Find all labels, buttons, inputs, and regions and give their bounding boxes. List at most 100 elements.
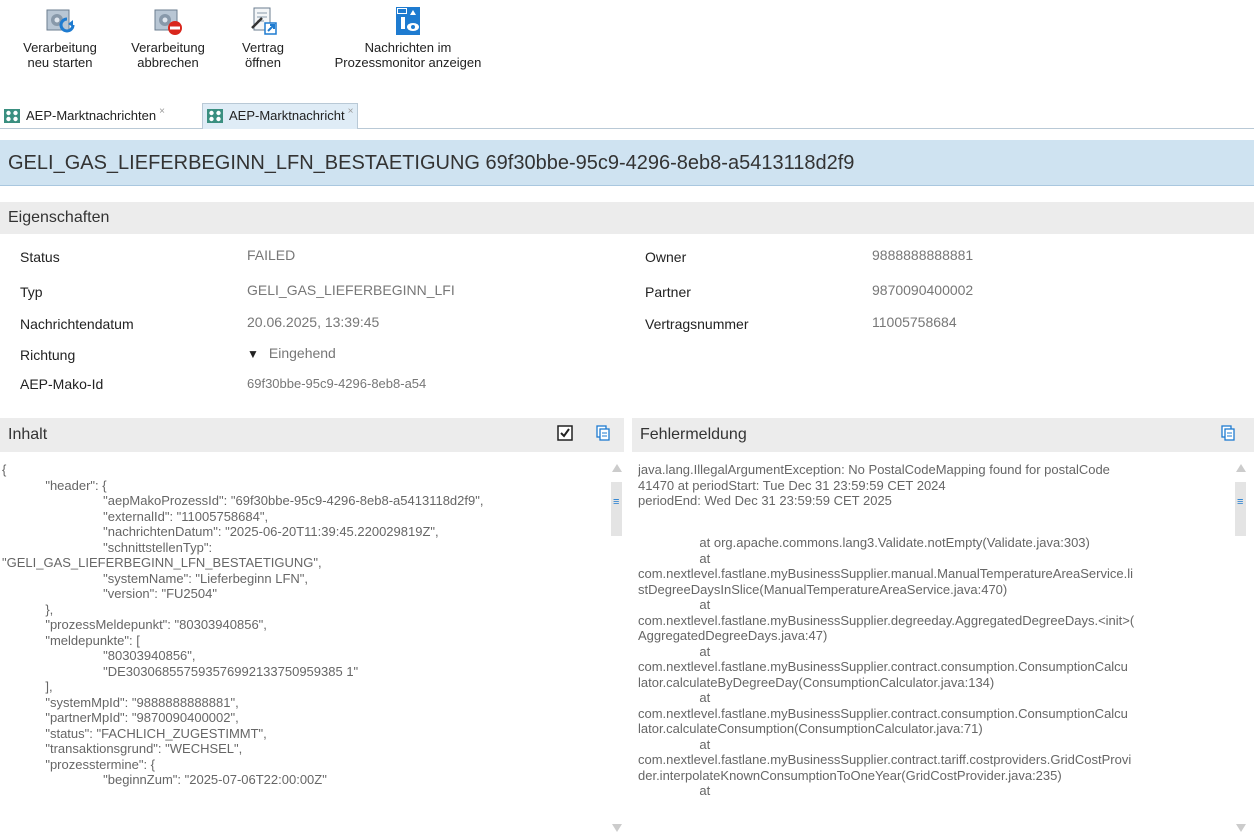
content-code-view[interactable]: { "header": { "aepMakoProzessId": "69f30…	[2, 462, 606, 834]
contract-number-value: 11005758684	[872, 314, 957, 330]
error-line: java.lang.IllegalArgumentException: No P…	[638, 462, 1110, 477]
scroll-down-icon[interactable]	[1236, 824, 1246, 832]
gear-cancel-icon	[154, 9, 182, 35]
error-heading-label: Fehlermeldung	[640, 426, 747, 443]
code-line: "version": "FU2504"	[2, 586, 217, 601]
partner-label: Partner	[645, 284, 691, 300]
owner-label: Owner	[645, 249, 687, 265]
scroll-grip-icon: ≡	[613, 496, 620, 508]
scroll-thumb[interactable]	[611, 482, 622, 536]
market-messages-icon	[4, 109, 20, 123]
copy-error-icon[interactable]	[1221, 425, 1235, 446]
code-line: "transaktionsgrund": "WECHSEL",	[2, 741, 243, 756]
tab-aep-marktnachrichten[interactable]: AEP-Marktnachrichten ×	[0, 104, 169, 128]
contract-open-icon	[251, 7, 277, 35]
error-line: at	[638, 736, 711, 752]
type-value: GELI_GAS_LIEFERBEGINN_LFI	[247, 282, 455, 298]
error-line: periodEnd: Wed Dec 31 23:59:59 CET 2025	[638, 493, 892, 508]
tab-aep-marktnachricht[interactable]: AEP-Marktnachricht ×	[202, 103, 359, 129]
contract-number-label: Vertragsnummer	[645, 316, 749, 332]
error-line: at org.apache.commons.lang3.Validate.not…	[638, 535, 1090, 550]
toolbar: Verarbeitung neu starten Verarbeitung ab…	[0, 0, 1254, 102]
tab-bar: AEP-Marktnachrichten × AEP-Marktnachricht…	[0, 102, 1254, 129]
owner-value: 9888888888881	[872, 247, 974, 263]
gear-restart-icon	[46, 9, 75, 33]
error-line: lator.calculateByDegreeDay(ConsumptionCa…	[638, 674, 995, 690]
code-line: "status": "FACHLICH_ZUGESTIMMT",	[2, 725, 267, 741]
tab-label: AEP-Marktnachricht	[229, 108, 345, 123]
code-line: "aepMakoProzessId": "69f30bbe-95c9-4296-…	[2, 493, 484, 508]
open-contract-button[interactable]: Vertrag öffnen	[232, 6, 294, 70]
chevron-down-icon: ▼	[247, 347, 259, 361]
error-scrollbar[interactable]: ≡	[1234, 460, 1247, 838]
content-scrollbar[interactable]: ≡	[610, 460, 623, 838]
error-line: stDegreeDaysInSlice(ManualTemperatureAre…	[638, 581, 1008, 597]
status-value: FAILED	[247, 247, 296, 263]
content-heading-label: Inhalt	[8, 426, 48, 443]
error-message-view[interactable]: java.lang.IllegalArgumentException: No P…	[638, 462, 1230, 834]
mako-id-value: 69f30bbe-95c9-4296-8eb8-a54	[247, 376, 427, 391]
error-line: at	[638, 643, 711, 659]
error-line: com.nextlevel.fastlane.myBusinessSupplie…	[638, 566, 1133, 581]
error-line: com.nextlevel.fastlane.myBusinessSupplie…	[638, 659, 1128, 674]
code-line: "meldepunkte": [	[2, 632, 140, 648]
code-line: ],	[2, 679, 53, 694]
error-line	[638, 509, 1230, 525]
error-line: com.nextlevel.fastlane.myBusinessSupplie…	[638, 752, 1132, 767]
page-title: GELI_GAS_LIEFERBEGINN_LFN_BESTAETIGUNG 6…	[0, 140, 1254, 186]
mako-id-label: AEP-Mako-Id	[20, 376, 104, 392]
cancel-processing-button[interactable]: Verarbeitung abbrechen	[123, 6, 213, 70]
restart-processing-button[interactable]: Verarbeitung neu starten	[18, 6, 102, 70]
code-line: },	[2, 601, 54, 617]
error-line: at	[638, 550, 711, 566]
checkbox-icon[interactable]	[557, 425, 573, 446]
close-tab-icon[interactable]: ×	[348, 106, 354, 117]
error-line: at	[638, 597, 711, 612]
error-line: com.nextlevel.fastlane.myBusinessSupplie…	[638, 612, 1135, 628]
type-label: Typ	[20, 284, 43, 300]
error-line: at	[638, 783, 711, 798]
code-line: "partnerMpId": "9870090400002",	[2, 710, 239, 725]
show-in-process-monitor-button[interactable]: Nachrichten im Prozessmonitor anzeigen	[318, 6, 498, 70]
scroll-up-icon[interactable]	[1236, 464, 1246, 472]
code-line: "schnittstellenTyp":	[2, 539, 213, 555]
code-line: "prozesstermine": {	[2, 756, 156, 772]
content-panel-heading: Inhalt	[0, 418, 624, 452]
market-message-icon	[207, 109, 223, 123]
code-line: "systemMpId": "9888888888881",	[2, 694, 239, 710]
scroll-down-icon[interactable]	[612, 824, 622, 832]
close-tab-icon[interactable]: ×	[159, 106, 165, 117]
error-line: AggregatedDegreeDays.java:47)	[638, 628, 828, 643]
code-line: "beginnZum": "2025-07-06T22:00:00Z"	[2, 772, 327, 787]
error-panel-heading: Fehlermeldung	[632, 418, 1254, 452]
scroll-thumb[interactable]	[1235, 482, 1246, 536]
error-line: com.nextlevel.fastlane.myBusinessSupplie…	[638, 705, 1128, 721]
direction-value: Eingehend	[268, 345, 336, 361]
error-line: 41470 at periodStart: Tue Dec 31 23:59:5…	[638, 477, 946, 493]
error-line: at	[638, 690, 711, 705]
message-date-label: Nachrichtendatum	[20, 316, 134, 332]
error-line	[638, 524, 1230, 535]
code-line: "nachrichtenDatum": "2025-06-20T11:39:45…	[2, 524, 439, 539]
scroll-grip-icon: ≡	[1237, 496, 1244, 508]
code-line: "DE303068557593576992133750959385 1"	[2, 663, 359, 679]
code-line: {	[2, 462, 7, 477]
code-line: "header": {	[2, 477, 107, 493]
copy-content-icon[interactable]	[596, 425, 610, 446]
tab-label: AEP-Marktnachrichten	[26, 108, 157, 123]
message-date-value: 20.06.2025, 13:39:45	[247, 314, 380, 330]
scroll-up-icon[interactable]	[612, 464, 622, 472]
code-line: "GELI_GAS_LIEFERBEGINN_LFN_BESTAETIGUNG"…	[2, 555, 322, 570]
error-line: lator.calculateConsumption(ConsumptionCa…	[638, 721, 983, 736]
properties-heading: Eigenschaften	[0, 202, 1254, 234]
process-monitor-icon	[396, 7, 420, 35]
code-line: "80303940856",	[2, 648, 196, 663]
direction-dropdown[interactable]: ▼ Eingehend	[247, 345, 336, 361]
code-line: "prozessMeldepunkt": "80303940856",	[2, 617, 267, 632]
direction-label: Richtung	[20, 347, 76, 363]
code-line: "externalId": "11005758684",	[2, 508, 269, 524]
code-line: "systemName": "Lieferbeginn LFN",	[2, 570, 309, 586]
partner-value: 9870090400002	[872, 282, 974, 298]
error-line: der.interpolateKnownConsumptionToOneYear…	[638, 767, 1062, 783]
status-label: Status	[20, 249, 60, 265]
